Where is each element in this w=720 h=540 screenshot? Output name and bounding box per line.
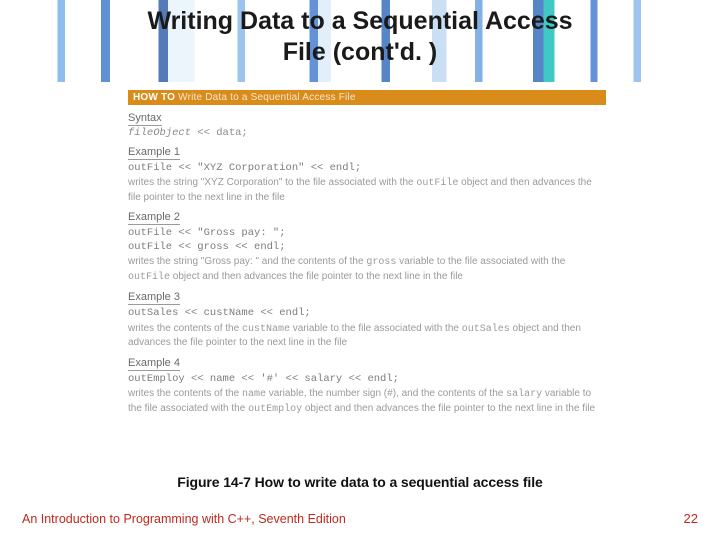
- syntax-rest: << data;: [191, 127, 248, 139]
- example2-code: outFile << "Gross pay: "; outFile << gro…: [128, 227, 606, 254]
- howto-label: HOW TO: [133, 92, 175, 103]
- howto-title: Write Data to a Sequential Access File: [178, 92, 356, 103]
- syntax-line: fileObject << data;: [128, 127, 606, 139]
- howto-bar: HOW TO Write Data to a Sequential Access…: [128, 90, 606, 105]
- example3-code: outSales << custName << endl;: [128, 307, 606, 320]
- example2-head: Example 2: [128, 211, 180, 225]
- syntax-head: Syntax: [128, 112, 162, 126]
- figure-caption: Figure 14-7 How to write data to a seque…: [0, 474, 720, 490]
- example1-code: outFile << "XYZ Corporation" << endl;: [128, 162, 606, 175]
- slide-title: Writing Data to a Sequential Access File…: [0, 0, 720, 69]
- example3-desc: writes the contents of the custName vari…: [128, 322, 606, 350]
- title-line-2: File (cont'd. ): [283, 38, 438, 66]
- page-number: 22: [684, 511, 698, 526]
- example4-code: outEmploy << name << '#' << salary << en…: [128, 373, 606, 386]
- example1-desc: writes the string "XYZ Corporation" to t…: [128, 176, 606, 204]
- syntax-obj: fileObject: [128, 127, 191, 139]
- example4-head: Example 4: [128, 357, 180, 371]
- footer-text: An Introduction to Programming with C++,…: [22, 512, 346, 526]
- example3-head: Example 3: [128, 291, 180, 305]
- title-line-1: Writing Data to a Sequential Access: [147, 7, 572, 35]
- figure-box: HOW TO Write Data to a Sequential Access…: [128, 90, 606, 416]
- example2-desc: writes the string "Gross pay: " and the …: [128, 255, 606, 284]
- example4-desc: writes the contents of the name variable…: [128, 387, 606, 416]
- example1-head: Example 1: [128, 146, 180, 160]
